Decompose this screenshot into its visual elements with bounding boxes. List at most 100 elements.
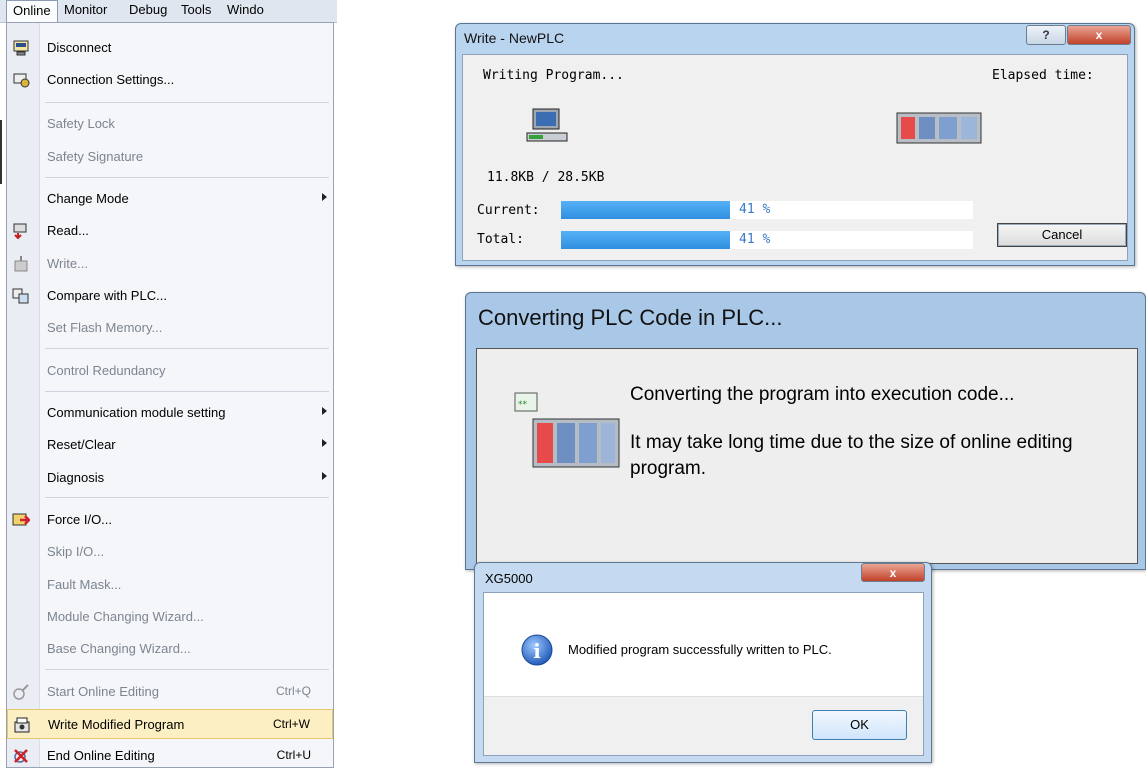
write-progress-dialog: Write - NewPLC ? x Writing Program... El… <box>455 23 1135 266</box>
menu-item-fault-mask[interactable]: Fault Mask... <box>7 570 333 600</box>
menu-item-compare-with-plc[interactable]: Compare with PLC... <box>7 281 333 311</box>
plc-conversion-icon: ** <box>514 392 620 468</box>
menu-item-safety-lock[interactable]: Safety Lock <box>7 109 333 139</box>
end-online-editing-icon <box>14 749 28 763</box>
compare-icon <box>12 288 29 304</box>
disconnect-icon <box>13 40 29 56</box>
menu-tools[interactable]: Tools <box>181 0 211 22</box>
menu-item-module-changing-wizard[interactable]: Module Changing Wizard... <box>7 602 333 632</box>
submenu-arrow-icon <box>322 407 327 415</box>
menu-item-control-redundancy[interactable]: Control Redundancy <box>7 356 333 386</box>
menu-label: Set Flash Memory... <box>47 320 163 335</box>
menu-item-end-online-editing[interactable]: End Online Editing Ctrl+U <box>7 741 333 771</box>
menu-label: Skip I/O... <box>47 544 105 559</box>
dialog-body: Writing Program... Elapsed time: 11.8KB … <box>462 54 1128 261</box>
submenu-arrow-icon <box>322 193 327 201</box>
computer-icon <box>526 108 568 142</box>
menu-item-connection-settings[interactable]: Connection Settings... <box>7 65 333 95</box>
background-edge <box>0 120 2 184</box>
writing-status: Writing Program... <box>483 68 624 83</box>
menu-item-set-flash-memory[interactable]: Set Flash Memory... <box>7 313 333 343</box>
menu-label: Write... <box>47 256 88 271</box>
menu-item-write[interactable]: Write... <box>7 249 333 279</box>
menu-label: Module Changing Wizard... <box>47 609 204 624</box>
message-text: Modified program successfully written to… <box>568 642 832 657</box>
menu-label: Reset/Clear <box>47 437 116 452</box>
read-icon <box>13 223 27 240</box>
menu-label: Start Online Editing <box>47 684 160 699</box>
menu-label: Connection Settings... <box>47 72 175 87</box>
menu-item-communication-module-setting[interactable]: Communication module setting <box>7 398 333 428</box>
menu-label: Compare with PLC... <box>47 288 167 303</box>
menu-debug[interactable]: Debug <box>129 0 167 22</box>
total-progress-fill <box>561 231 730 249</box>
menu-separator <box>45 348 329 349</box>
write-modified-icon <box>14 717 30 733</box>
converting-note-line2: program. <box>630 458 707 479</box>
menu-item-force-io[interactable]: Force I/O... <box>7 505 333 535</box>
dialog-body: i Modified program successfully written … <box>483 592 924 756</box>
cancel-button[interactable]: Cancel <box>997 223 1127 247</box>
svg-text:**: ** <box>518 400 528 410</box>
total-label: Total: <box>477 232 524 247</box>
submenu-arrow-icon <box>322 472 327 480</box>
connection-settings-icon <box>13 73 30 88</box>
button-area: OK <box>484 696 923 755</box>
dialog-title: Converting PLC Code in PLC... <box>478 305 783 330</box>
menu-item-skip-io[interactable]: Skip I/O... <box>7 537 333 567</box>
menu-label: Base Changing Wizard... <box>47 641 191 656</box>
plc-device-icon <box>896 112 982 144</box>
converting-dialog: Converting PLC Code in PLC... ** Convert… <box>465 292 1146 570</box>
total-progress-bar: 41 % <box>561 231 973 249</box>
ok-button[interactable]: OK <box>812 710 907 740</box>
menu-label: Disconnect <box>47 40 112 55</box>
menu-item-reset-clear[interactable]: Reset/Clear <box>7 430 333 460</box>
menu-label: Control Redundancy <box>47 363 166 378</box>
current-label: Current: <box>477 203 540 218</box>
dialog-title: Write - NewPLC <box>464 30 565 46</box>
menu-window[interactable]: Windo <box>227 0 264 22</box>
menu-label: Communication module setting <box>47 405 226 420</box>
current-progress-percent: 41 % <box>739 202 771 217</box>
online-dropdown-menu: Disconnect Connection Settings... Safety… <box>6 22 334 768</box>
menu-separator <box>45 497 329 498</box>
transfer-size: 11.8KB / 28.5KB <box>487 170 605 185</box>
menu-label: Diagnosis <box>47 470 105 485</box>
menu-bar: Online Monitor Debug Tools Windo <box>0 0 337 23</box>
menu-item-change-mode[interactable]: Change Mode <box>7 184 333 214</box>
menu-online[interactable]: Online <box>6 0 58 22</box>
write-icon <box>14 256 28 272</box>
dialog-body: ** Converting the program into execution… <box>476 348 1138 564</box>
menu-monitor[interactable]: Monitor <box>64 0 107 22</box>
menu-label: Read... <box>47 223 89 238</box>
menu-label: End Online Editing <box>47 748 155 763</box>
help-button[interactable]: ? <box>1026 25 1066 45</box>
converting-message: Converting the program into execution co… <box>630 384 1015 405</box>
menu-item-safety-signature[interactable]: Safety Signature <box>7 142 333 172</box>
menu-item-diagnosis[interactable]: Diagnosis <box>7 463 333 493</box>
menu-label: Fault Mask... <box>47 577 122 592</box>
close-button[interactable]: x <box>1067 25 1131 45</box>
menu-separator <box>45 669 329 670</box>
start-online-editing-icon <box>13 684 29 700</box>
menu-item-read[interactable]: Read... <box>7 216 333 246</box>
menu-item-start-online-editing[interactable]: Start Online Editing Ctrl+Q <box>7 677 333 707</box>
menu-item-disconnect[interactable]: Disconnect <box>7 33 333 63</box>
current-progress-fill <box>561 201 730 219</box>
menu-label: Safety Signature <box>47 149 144 164</box>
force-io-icon <box>12 513 30 526</box>
menu-label: Change Mode <box>47 191 129 206</box>
close-button[interactable]: x <box>861 563 925 582</box>
menu-label: Safety Lock <box>47 116 115 131</box>
converting-note-line1: It may take long time due to the size of… <box>630 432 1073 453</box>
menu-separator <box>45 177 329 178</box>
menu-shortcut: Ctrl+Q <box>275 684 311 698</box>
elapsed-time-label: Elapsed time: <box>992 68 1094 83</box>
menu-shortcut: Ctrl+U <box>276 748 311 762</box>
xg5000-message-box: XG5000 x i Modified program successfully… <box>474 562 932 763</box>
information-icon: i <box>521 634 553 666</box>
menu-item-base-changing-wizard[interactable]: Base Changing Wizard... <box>7 634 333 664</box>
menu-item-write-modified-program[interactable]: Write Modified Program Ctrl+W <box>7 709 333 739</box>
dialog-title: XG5000 <box>485 571 533 586</box>
total-progress-percent: 41 % <box>739 232 771 247</box>
